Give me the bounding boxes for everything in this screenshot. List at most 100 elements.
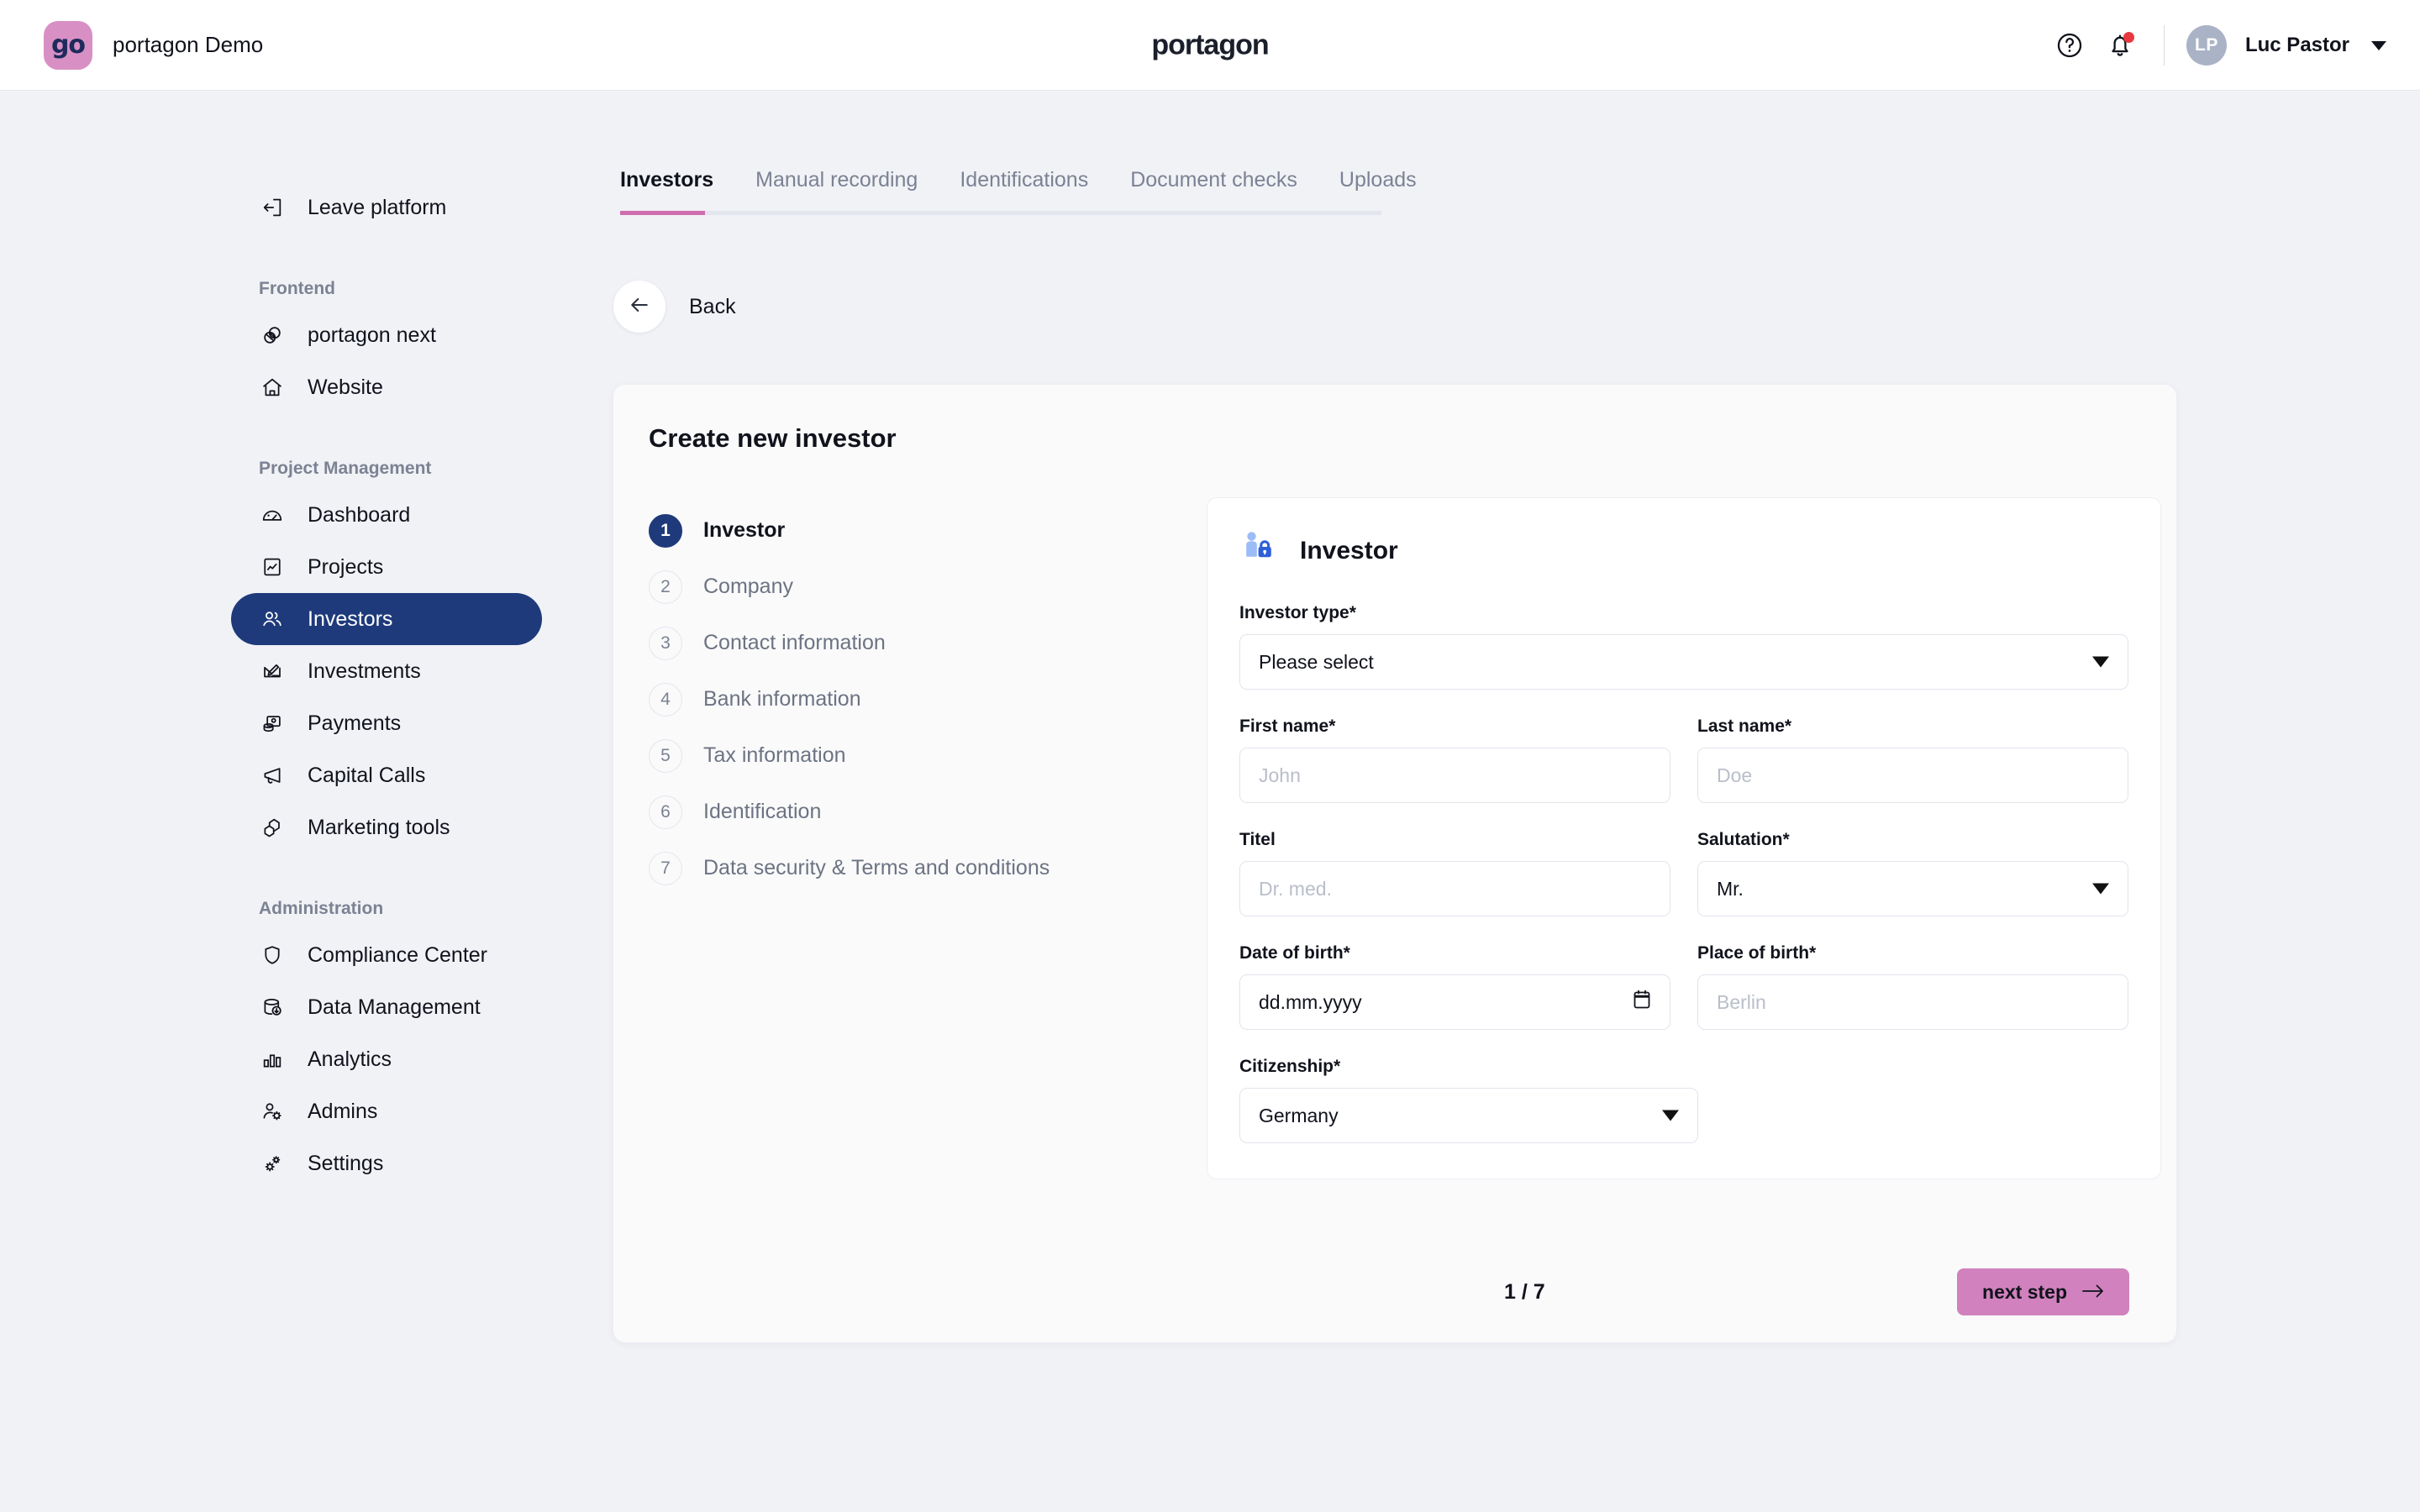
sidebar-group-administration: Administration xyxy=(259,899,384,918)
step-identification[interactable]: 6 Identification xyxy=(649,784,1203,840)
field-label: Last name* xyxy=(1697,717,1792,736)
notification-dot xyxy=(2123,32,2134,43)
placeholder-text: Doe xyxy=(1717,764,1753,786)
step-label: Contact information xyxy=(703,631,886,654)
step-number: 7 xyxy=(649,851,682,885)
tab-manual-recording[interactable]: Manual recording xyxy=(755,168,918,211)
tab-identifications[interactable]: Identifications xyxy=(960,168,1088,211)
selected-value: Germany xyxy=(1259,1104,1339,1126)
field-titel: Titel Dr. med. xyxy=(1239,830,1670,916)
tab-underline-track xyxy=(620,211,1381,215)
place-of-birth-input[interactable]: Berlin xyxy=(1697,974,2128,1030)
sidebar-item-admins[interactable]: Admins xyxy=(231,1085,542,1137)
create-investor-card: Create new investor 1 Investor 2 Company… xyxy=(613,385,2176,1342)
brand[interactable]: go portagon Demo xyxy=(44,20,264,70)
arrow-left-icon xyxy=(627,292,652,322)
bell-icon[interactable] xyxy=(2095,20,2145,71)
divider xyxy=(2163,25,2165,66)
card-footer: 1 / 7 next step xyxy=(613,1242,2176,1342)
sidebar-item-settings[interactable]: Settings xyxy=(231,1137,542,1189)
top-bar-actions: LP Luc Pastor xyxy=(2044,0,2386,91)
field-first-name: First name* John xyxy=(1239,717,1670,803)
tab-row: Investors Manual recording Identificatio… xyxy=(620,168,1417,211)
step-contact-information[interactable]: 3 Contact information xyxy=(649,615,1203,671)
step-bank-information[interactable]: 4 Bank information xyxy=(649,671,1203,727)
citizenship-select[interactable]: Germany xyxy=(1239,1088,1698,1143)
sidebar-item-label: Website xyxy=(308,375,383,399)
go-logo-badge: go xyxy=(44,20,92,70)
org-name: portagon Demo xyxy=(113,32,264,57)
titel-input[interactable]: Dr. med. xyxy=(1239,861,1670,916)
back-row[interactable]: Back xyxy=(613,281,2420,333)
sidebar-item-label: Settings xyxy=(308,1151,384,1175)
step-number: 3 xyxy=(649,626,682,660)
sidebar-item-marketing-tools[interactable]: Marketing tools xyxy=(231,801,542,853)
sidebar-item-label: Marketing tools xyxy=(308,815,450,839)
selected-value: Mr. xyxy=(1717,877,1744,900)
salutation-select[interactable]: Mr. xyxy=(1697,861,2128,916)
step-number: 1 xyxy=(649,513,682,548)
field-investor-type: Investor type* Please select xyxy=(1239,603,2128,690)
chevron-down-icon xyxy=(2092,883,2109,895)
placeholder-text: John xyxy=(1259,764,1301,786)
avatar[interactable]: LP xyxy=(2186,25,2227,66)
step-tax-information[interactable]: 5 Tax information xyxy=(649,727,1203,784)
tab-document-checks[interactable]: Document checks xyxy=(1130,168,1297,211)
calendar-icon[interactable] xyxy=(1633,990,1651,1015)
shield-icon xyxy=(259,942,285,969)
panel-header: Investor xyxy=(1239,528,2128,573)
investor-type-select[interactable]: Please select xyxy=(1239,634,2128,690)
sidebar-item-label: Investors xyxy=(308,606,393,631)
sidebar-item-capital-calls[interactable]: Capital Calls xyxy=(231,749,542,801)
boxes-icon xyxy=(259,815,285,841)
step-investor[interactable]: 1 Investor xyxy=(649,502,1203,559)
tab-investors[interactable]: Investors xyxy=(620,168,713,211)
sidebar-item-projects[interactable]: Projects xyxy=(231,541,542,593)
step-label: Bank information xyxy=(703,687,861,711)
date-format-hint: dd.mm.yyyy xyxy=(1259,990,1362,1013)
chevron-down-icon xyxy=(2092,656,2109,668)
last-name-input[interactable]: Doe xyxy=(1697,748,2128,803)
back-button[interactable] xyxy=(613,281,666,333)
sidebar-item-label: Dashboard xyxy=(308,502,411,527)
panel-title: Investor xyxy=(1300,536,1398,564)
investor-form-panel: Investor Investor type* Please select Fi… xyxy=(1207,497,2161,1179)
sidebar-item-dashboard[interactable]: Dashboard xyxy=(231,489,542,541)
field-citizenship: Citizenship* Germany xyxy=(1239,1057,2128,1143)
sidebar-item-investments[interactable]: Investments xyxy=(231,645,542,697)
field-salutation: Salutation* Mr. xyxy=(1697,830,2128,916)
birth-row: Date of birth* dd.mm.yyyy Place of birth… xyxy=(1239,943,2128,1030)
tab-uploads[interactable]: Uploads xyxy=(1339,168,1417,211)
sidebar-item-label: Capital Calls xyxy=(308,763,426,787)
chevron-down-icon[interactable] xyxy=(2371,40,2386,50)
help-circle-icon[interactable] xyxy=(2044,20,2095,71)
field-label: Citizenship* xyxy=(1239,1057,1341,1076)
logout-icon xyxy=(259,195,285,221)
placeholder-text: Berlin xyxy=(1717,990,1766,1013)
field-label: Place of birth* xyxy=(1697,943,1817,963)
card-body: 1 Investor 2 Company 3 Contact informati… xyxy=(613,454,2176,1179)
step-company[interactable]: 2 Company xyxy=(649,559,1203,615)
chevron-down-icon xyxy=(1662,1110,1679,1121)
sidebar-item-leave-platform[interactable]: Leave platform xyxy=(231,181,542,234)
sidebar-item-analytics[interactable]: Analytics xyxy=(231,1033,542,1085)
step-list: 1 Investor 2 Company 3 Contact informati… xyxy=(649,497,1203,1179)
gears-icon xyxy=(259,1151,285,1177)
sidebar-item-data-management[interactable]: Data Management xyxy=(231,981,542,1033)
gauge-icon xyxy=(259,502,285,528)
sidebar-item-compliance-center[interactable]: Compliance Center xyxy=(231,929,542,981)
tab-active-indicator xyxy=(620,211,705,215)
next-step-button[interactable]: next step xyxy=(1957,1268,2129,1315)
sidebar-item-label: Data Management xyxy=(308,995,481,1019)
field-label: Investor type* xyxy=(1239,603,1356,622)
sidebar-item-portagon-next[interactable]: portagon next xyxy=(231,309,542,361)
step-data-security-terms[interactable]: 7 Data security & Terms and conditions xyxy=(649,840,1203,896)
sidebar-item-website[interactable]: Website xyxy=(231,361,542,413)
field-label: First name* xyxy=(1239,717,1336,736)
first-name-input[interactable]: John xyxy=(1239,748,1670,803)
sidebar-item-investors[interactable]: Investors xyxy=(231,593,542,645)
sidebar-group-frontend: Frontend xyxy=(259,279,335,298)
date-of-birth-input[interactable]: dd.mm.yyyy xyxy=(1239,974,1670,1030)
field-label: Titel xyxy=(1239,830,1276,849)
sidebar-item-payments[interactable]: Payments xyxy=(231,697,542,749)
